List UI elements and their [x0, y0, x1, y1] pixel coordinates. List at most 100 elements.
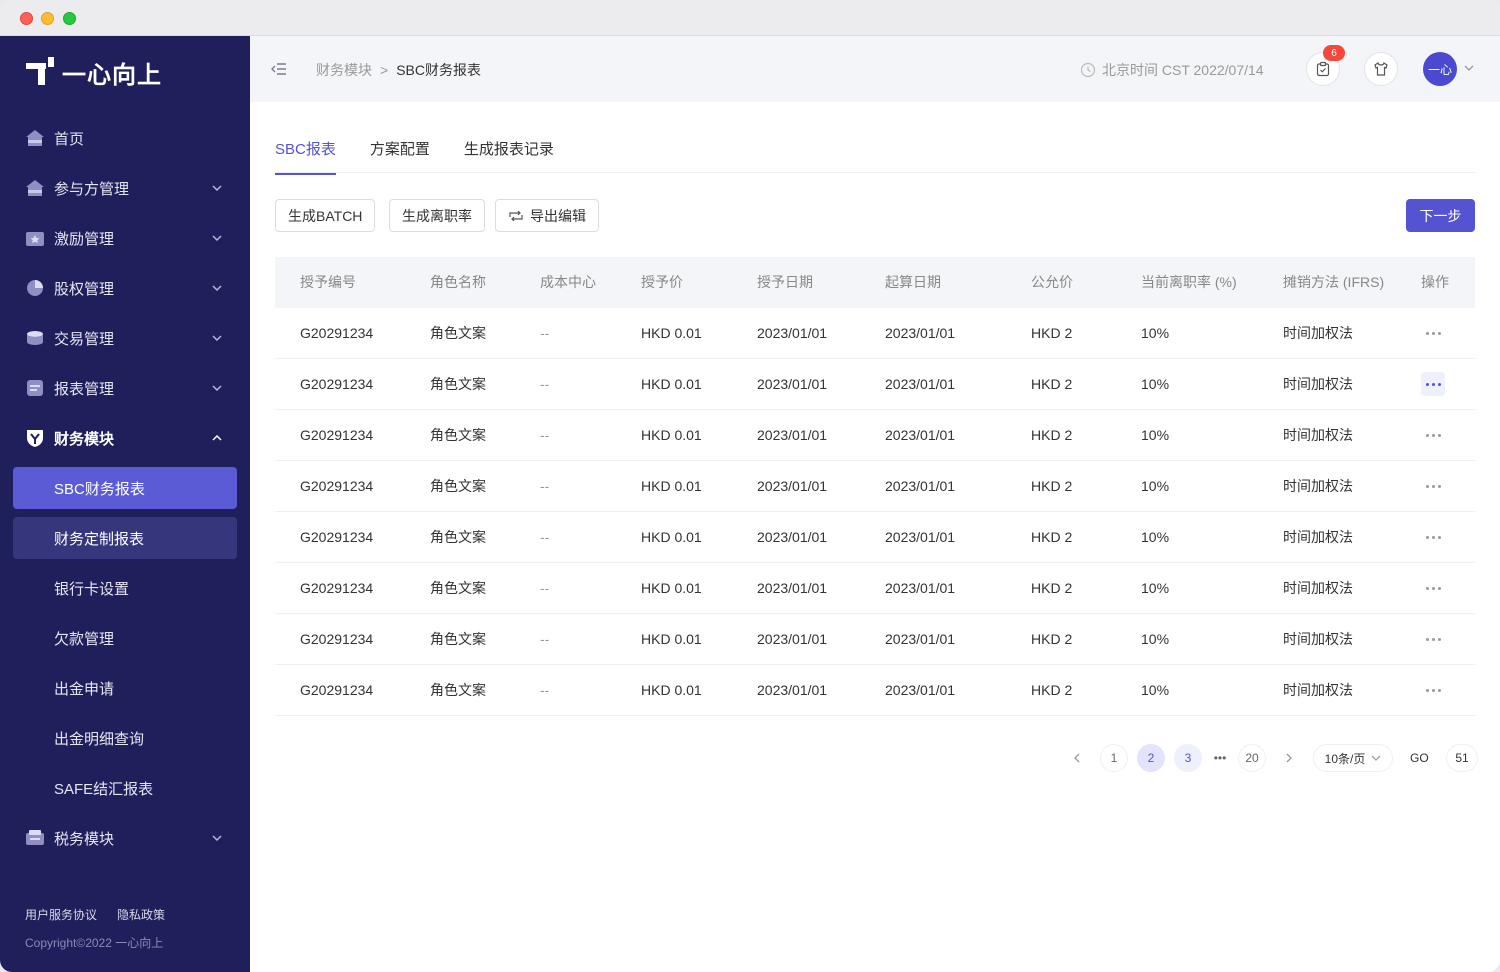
row-more-actions-button[interactable]	[1421, 423, 1445, 447]
table-header: 授予编号 角色名称 成本中心 授予价 授予日期 起算日期 公允价 当前离职率 (…	[275, 257, 1475, 308]
task-button[interactable]: 6	[1306, 45, 1345, 86]
app-window: 一心向上 首页 参与方管理 激励管理 股权管理 交易管理 报表管理 财务模块 S…	[0, 0, 1500, 972]
page-size-value: 10条/页	[1324, 751, 1366, 766]
sidebar-item-finance[interactable]: 财务模块	[0, 417, 250, 459]
sidebar-item-label: 参与方管理	[54, 180, 130, 198]
cell-grant-price: HKD 0.01	[641, 682, 702, 698]
sidebar-item-trade[interactable]: 交易管理	[0, 317, 250, 359]
row-more-actions-button[interactable]	[1421, 372, 1445, 396]
sidebar-item-label: 交易管理	[54, 330, 115, 348]
sidebar-subitem-label: 出金明细查询	[54, 730, 145, 748]
sidebar-subitem-safe-report[interactable]: SAFE结汇报表	[0, 767, 250, 809]
next-step-button[interactable]: 下一步	[1406, 199, 1475, 232]
row-more-actions-button[interactable]	[1421, 525, 1445, 549]
tab-report-records[interactable]: 生成报表记录	[464, 138, 554, 174]
chevron-right-icon	[1286, 753, 1292, 763]
user-avatar[interactable]: 一心	[1423, 52, 1457, 86]
cell-grant-date: 2023/01/01	[757, 427, 828, 443]
row-more-actions-button[interactable]	[1421, 474, 1445, 498]
page-ellipsis[interactable]: •••	[1206, 744, 1234, 772]
equity-icon	[25, 278, 45, 298]
sidebar-subitem-sbc-report[interactable]: SBC财务报表	[13, 467, 237, 509]
sidebar-item-participants[interactable]: 参与方管理	[0, 167, 250, 209]
sidebar-item-equity[interactable]: 股权管理	[0, 267, 250, 309]
tab-plan-config[interactable]: 方案配置	[370, 138, 430, 174]
sidebar-subitem-withdraw-detail[interactable]: 出金明细查询	[0, 717, 250, 759]
cell-grant-id: G20291234	[300, 427, 374, 443]
cell-amortization: 时间加权法	[1283, 427, 1353, 443]
cell-grant-date: 2023/01/01	[757, 580, 828, 596]
notification-badge: 6	[1323, 45, 1345, 61]
cell-start-date: 2023/01/01	[885, 631, 956, 647]
cell-turnover-rate: 10%	[1141, 529, 1170, 545]
page-button-3[interactable]: 3	[1174, 744, 1202, 772]
breadcrumb-separator: >	[380, 62, 389, 78]
cell-start-date: 2023/01/01	[885, 478, 956, 494]
page-size-select[interactable]: 10条/页	[1313, 744, 1393, 772]
cell-grant-price: HKD 0.01	[641, 376, 702, 392]
row-more-actions-button[interactable]	[1421, 576, 1445, 600]
breadcrumb-parent[interactable]: 财务模块	[316, 60, 372, 80]
privacy-link[interactable]: 隐私政策	[117, 906, 165, 923]
cell-amortization: 时间加权法	[1283, 682, 1353, 698]
row-more-actions-button[interactable]	[1421, 678, 1445, 702]
sidebar-subitem-custom-report[interactable]: 财务定制报表	[13, 517, 237, 559]
sidebar-item-label: 首页	[54, 130, 85, 148]
generate-turnover-button[interactable]: 生成离职率	[389, 199, 485, 232]
tab-bar: SBC报表 方案配置 生成报表记录	[275, 138, 588, 175]
sidebar-item-tax[interactable]: 税务模块	[0, 817, 250, 859]
server-time: 北京时间 CST 2022/07/14	[1080, 60, 1264, 80]
server-time-text: 北京时间 CST 2022/07/14	[1102, 62, 1264, 78]
collapse-sidebar-icon[interactable]	[270, 60, 288, 78]
column-header: 成本中心	[540, 274, 596, 290]
sbc-report-table: 授予编号 角色名称 成本中心 授予价 授予日期 起算日期 公允价 当前离职率 (…	[275, 257, 1475, 716]
sidebar-item-home[interactable]: 首页	[0, 117, 250, 159]
next-page-button[interactable]	[1275, 744, 1303, 772]
export-edit-button[interactable]: 导出编辑	[495, 199, 599, 232]
row-more-actions-button[interactable]	[1421, 627, 1445, 651]
cell-turnover-rate: 10%	[1141, 631, 1170, 647]
chevron-left-icon	[1074, 753, 1080, 763]
finance-icon	[25, 428, 45, 448]
sidebar-subitem-withdraw-apply[interactable]: 出金申请	[0, 667, 250, 709]
sidebar-subitem-label: 财务定制报表	[54, 530, 145, 548]
clipboard-check-icon	[1316, 61, 1330, 77]
page-button-2[interactable]: 2	[1137, 744, 1165, 772]
cell-fair-value: HKD 2	[1031, 325, 1073, 341]
go-page-input[interactable]	[1446, 744, 1478, 772]
prev-page-button[interactable]	[1063, 744, 1091, 772]
row-more-actions-button[interactable]	[1421, 321, 1445, 345]
sidebar-subitem-bank-card[interactable]: 银行卡设置	[0, 567, 250, 609]
cell-amortization: 时间加权法	[1283, 376, 1353, 392]
cell-grant-id: G20291234	[300, 376, 374, 392]
cell-amortization: 时间加权法	[1283, 631, 1353, 647]
chevron-down-icon	[212, 835, 222, 842]
generate-batch-button[interactable]: 生成BATCH	[275, 199, 376, 232]
maximize-window-button[interactable]	[63, 12, 76, 25]
table-row: G20291234 角色文案 -- HKD 0.01 2023/01/01 2023/01…	[275, 614, 1475, 665]
window-titlebar	[0, 0, 1500, 36]
logo[interactable]: 一心向上	[26, 54, 162, 90]
more-dots-icon	[1425, 688, 1441, 692]
chevron-down-icon	[212, 235, 222, 242]
skin-button[interactable]	[1364, 52, 1398, 86]
sidebar-subitem-arrears[interactable]: 欠款管理	[0, 617, 250, 659]
cell-role-name: 角色文案	[430, 682, 486, 698]
chevron-down-icon[interactable]	[1463, 62, 1475, 74]
cell-role-name: 角色文案	[430, 427, 486, 443]
cell-grant-id: G20291234	[300, 682, 374, 698]
sidebar-item-reports[interactable]: 报表管理	[0, 367, 250, 409]
page-button-1[interactable]: 1	[1100, 744, 1128, 772]
page-button-last[interactable]: 20	[1238, 744, 1266, 772]
cell-start-date: 2023/01/01	[885, 682, 956, 698]
close-window-button[interactable]	[20, 12, 33, 25]
sidebar-subitem-label: 欠款管理	[54, 630, 115, 648]
terms-link[interactable]: 用户服务协议	[25, 906, 97, 923]
minimize-window-button[interactable]	[41, 12, 54, 25]
cell-role-name: 角色文案	[430, 631, 486, 647]
sidebar-item-incentive[interactable]: 激励管理	[0, 217, 250, 259]
tab-sbc-report[interactable]: SBC报表	[275, 138, 336, 175]
cell-cost-center: --	[540, 376, 550, 392]
next-step-label: 下一步	[1419, 207, 1462, 224]
logo-mark-icon	[26, 57, 54, 87]
